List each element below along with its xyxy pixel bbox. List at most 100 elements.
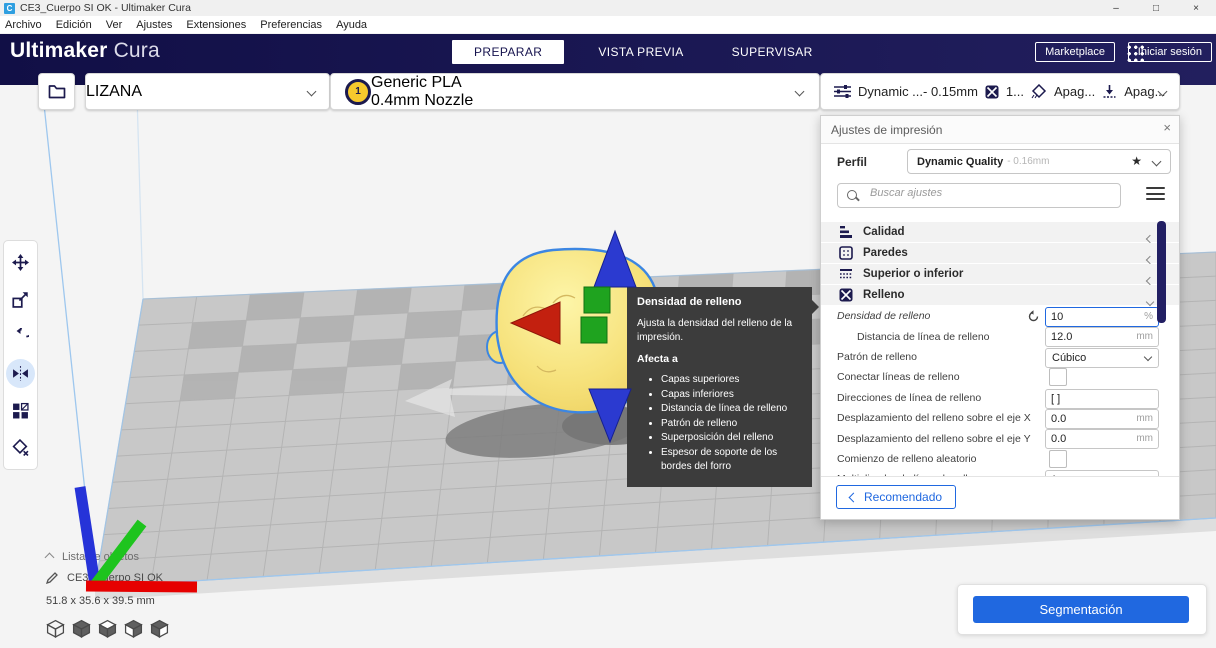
move-icon	[12, 254, 29, 271]
menu-ayuda[interactable]: Ayuda	[329, 18, 374, 32]
print-settings-panel: Ajustes de impresión × Perfil Dynamic Qu…	[820, 115, 1180, 520]
search-settings-input[interactable]	[868, 186, 1112, 200]
menu-ajustes[interactable]: Ajustes	[129, 18, 179, 32]
camera-view-buttons	[45, 617, 169, 639]
support-icon	[1031, 84, 1047, 99]
extruder-icon: 1	[345, 78, 371, 105]
minimize-button[interactable]: –	[1096, 0, 1136, 16]
category-label: Paredes	[863, 247, 908, 259]
per-model-settings-icon	[13, 402, 29, 419]
marketplace-button[interactable]: Marketplace	[1035, 42, 1115, 62]
view-front-button[interactable]	[71, 617, 91, 639]
infill-line-directions-input[interactable]	[1046, 389, 1158, 408]
tooltip-title: Densidad de relleno	[637, 296, 742, 308]
mirror-handle-left[interactable]	[509, 301, 561, 345]
mirror-tool-button[interactable]	[4, 355, 37, 392]
category-superior-inferior[interactable]: Superior o inferior	[821, 264, 1179, 286]
view-left-button[interactable]	[123, 617, 143, 639]
per-model-settings-button[interactable]	[4, 392, 37, 429]
nozzle-size: 0.4mm Nozzle	[371, 91, 474, 109]
move-tool-button[interactable]	[4, 244, 37, 281]
infill-density-input[interactable]	[1046, 308, 1158, 326]
menu-extensiones[interactable]: Extensiones	[179, 18, 253, 32]
mirror-handle-down[interactable]	[588, 388, 632, 444]
menu-ver[interactable]: Ver	[99, 18, 130, 32]
close-button[interactable]: ×	[1176, 0, 1216, 16]
tab-preparar[interactable]: PREPARAR	[452, 40, 565, 64]
affects-item: Capas inferiores	[661, 388, 802, 403]
infill-icon	[839, 288, 853, 302]
pencil-icon	[46, 572, 58, 584]
setting-label: Patrón de relleno	[837, 350, 917, 363]
top-bottom-icon	[840, 269, 852, 279]
infill-pattern-dropdown[interactable]: Cúbico	[1045, 347, 1159, 368]
randomize-infill-start-checkbox[interactable]	[1049, 449, 1067, 468]
tab-vista-previa[interactable]: VISTA PREVIA	[584, 40, 697, 64]
affects-item: Superposición del relleno	[661, 431, 802, 446]
support-blocker-button[interactable]	[4, 429, 37, 466]
setting-row-infill-pattern: Patrón de relleno Cúbico	[821, 347, 1179, 368]
chevron-down-icon	[794, 86, 805, 97]
title-bar: C CE3_Cuerpo SI OK - Ultimaker Cura – □ …	[0, 0, 1216, 16]
sliders-icon	[834, 85, 851, 98]
object-list-toggle[interactable]: Lista de objetos	[44, 551, 139, 563]
walls-icon	[839, 246, 853, 260]
rotate-tool-button[interactable]	[4, 318, 37, 355]
mouth-dot	[595, 394, 599, 398]
signin-button[interactable]: Iniciar sesión	[1127, 42, 1212, 62]
setting-label: Desplazamiento del relleno sobre el eje …	[837, 432, 1031, 445]
slice-button[interactable]: Segmentación	[973, 596, 1189, 623]
category-paredes[interactable]: Paredes	[821, 243, 1179, 265]
print-settings-summary[interactable]: Dynamic ...- 0.15mm 1... Apag... Apag...	[820, 73, 1180, 110]
setting-row-infill-offset-y: Desplazamiento del relleno sobre el eje …	[821, 428, 1179, 450]
view-3d-button[interactable]	[45, 617, 65, 639]
category-calidad[interactable]: Calidad	[821, 222, 1179, 244]
settings-list: Densidad de relleno % Distancia de línea…	[821, 306, 1179, 490]
support-summary: Apag...	[1054, 84, 1096, 99]
view-right-button[interactable]	[149, 617, 169, 639]
infill-line-distance-field: mm	[1045, 327, 1159, 348]
x-axis	[85, 580, 198, 593]
settings-menu-icon[interactable]	[1146, 187, 1165, 201]
profile-meta: - 0.16mm	[1007, 156, 1050, 167]
scale-tool-button[interactable]	[4, 281, 37, 318]
category-relleno[interactable]: Relleno	[821, 285, 1179, 307]
reset-icon[interactable]	[1027, 310, 1040, 323]
brand-light: Cura	[113, 39, 160, 62]
setting-label: Densidad de relleno	[837, 310, 931, 323]
panel-header[interactable]: Ajustes de impresión ×	[821, 116, 1179, 144]
maximize-button[interactable]: □	[1136, 0, 1176, 16]
setting-label: Conectar líneas de relleno	[837, 371, 960, 384]
cube-top-icon	[97, 619, 117, 638]
star-icon[interactable]: ★	[1131, 154, 1142, 168]
recommended-button[interactable]: Recomendado	[836, 485, 957, 509]
unit-label: mm	[1136, 331, 1153, 343]
setting-label: Direcciones de línea de relleno	[837, 391, 982, 404]
menu-preferencias[interactable]: Preferencias	[253, 18, 329, 32]
chevron-down-icon	[1143, 352, 1153, 362]
mirror-icon	[13, 366, 28, 381]
search-settings-box[interactable]	[837, 183, 1121, 208]
close-icon[interactable]: ×	[1163, 120, 1171, 135]
setting-tooltip: Densidad de relleno Ajusta la densidad d…	[627, 287, 819, 487]
view-top-button[interactable]	[97, 617, 117, 639]
tab-supervisar[interactable]: SUPERVISAR	[718, 40, 827, 64]
chevron-down-icon	[306, 86, 317, 97]
object-list-item[interactable]: CE3_Cuerpo SI OK	[46, 571, 163, 584]
menu-edicion[interactable]: Edición	[49, 18, 99, 32]
open-file-button[interactable]	[38, 73, 75, 110]
tooltip-body: Ajusta la densidad del relleno de la imp…	[637, 318, 793, 343]
affects-item: Capas superiores	[661, 373, 802, 388]
profile-summary: Dynamic ...- 0.15mm	[858, 84, 978, 99]
mirror-handle-up[interactable]	[593, 229, 637, 288]
menu-archivo[interactable]: Archivo	[0, 18, 49, 32]
mirror-handle-front[interactable]	[583, 286, 611, 314]
settings-scrollbar[interactable]	[1157, 221, 1166, 323]
material-selector[interactable]: 1 Generic PLA 0.4mm Nozzle	[330, 73, 820, 110]
infill-density-field: %	[1045, 307, 1159, 327]
connect-infill-lines-checkbox[interactable]	[1049, 368, 1067, 387]
recommended-label: Recomendado	[864, 490, 943, 504]
printer-selector[interactable]: LIZANA	[85, 73, 330, 110]
mirror-handle-back[interactable]	[580, 316, 608, 344]
profile-dropdown[interactable]: Dynamic Quality - 0.16mm ★	[907, 149, 1171, 174]
